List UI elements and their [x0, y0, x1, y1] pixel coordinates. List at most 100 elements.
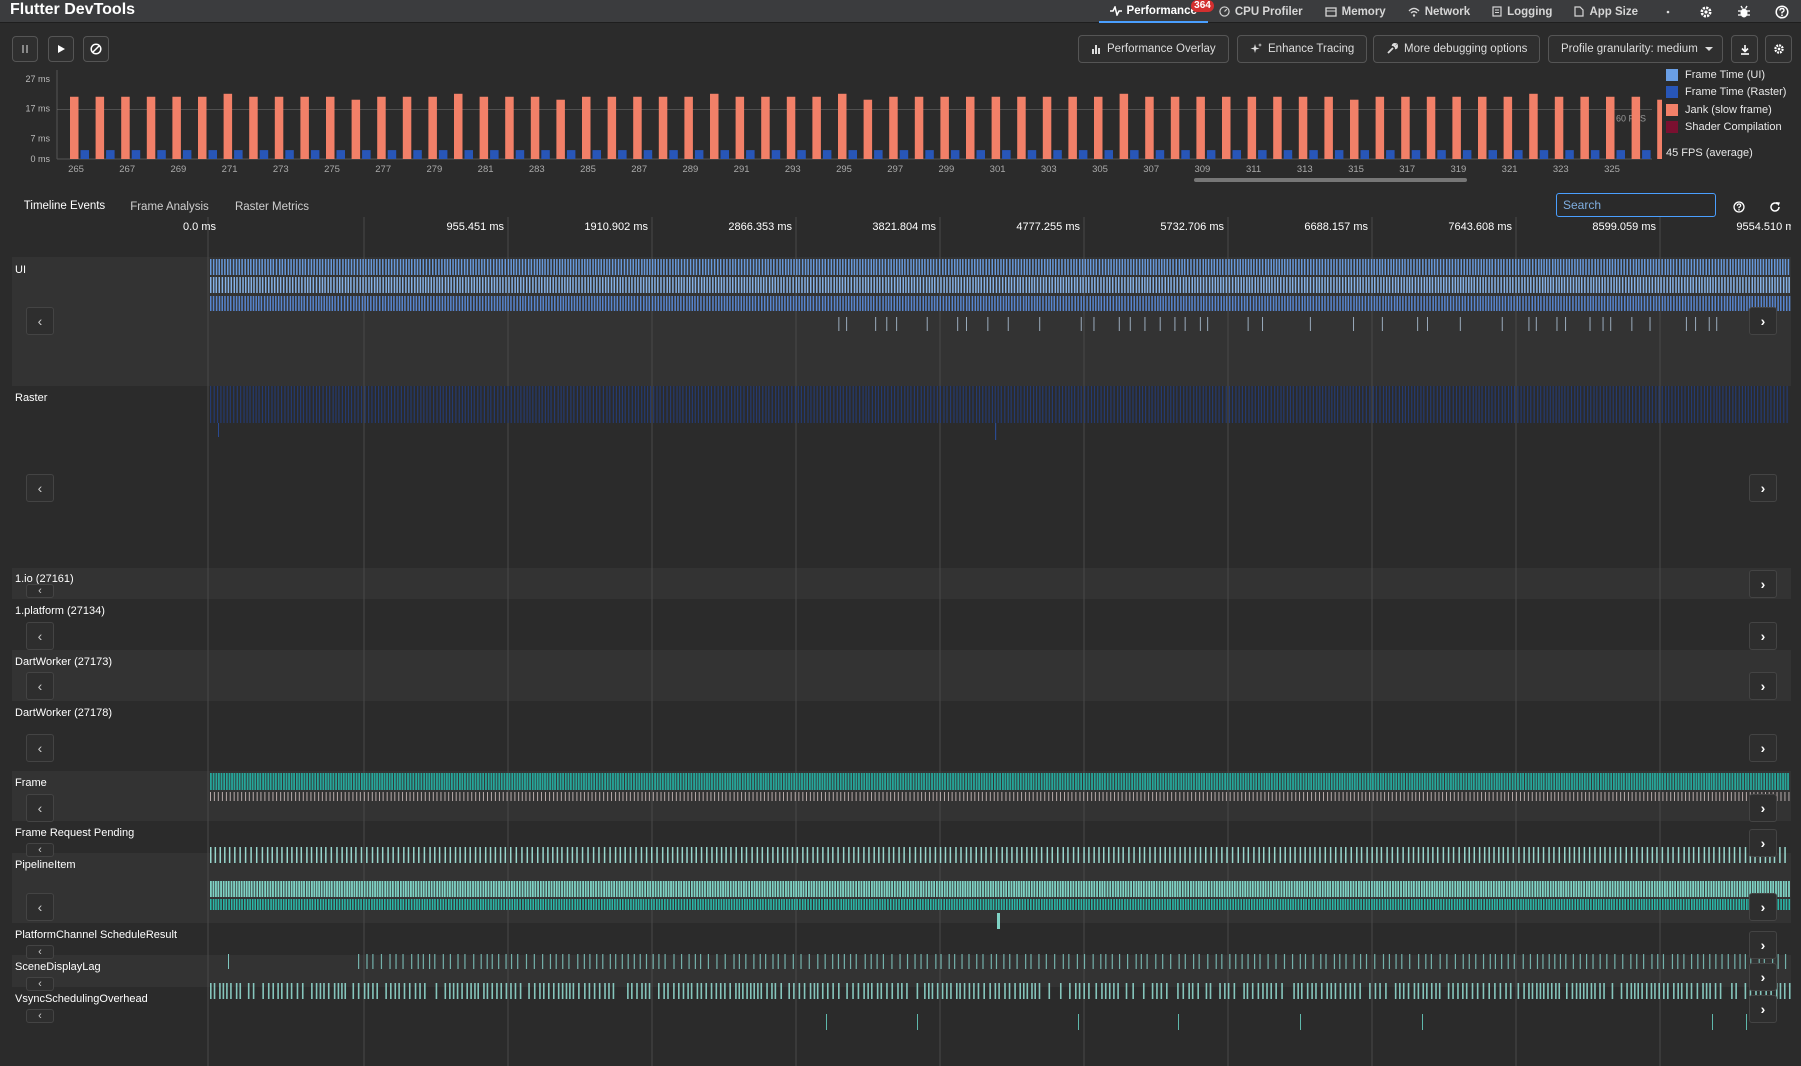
enhance-tracing-button[interactable]: Enhance Tracing [1237, 35, 1368, 63]
pipeline-events-event [1127, 881, 1130, 897]
timeline-flame-chart[interactable] [12, 217, 1791, 1066]
pipeline-events-event [1664, 881, 1666, 897]
help-button[interactable] [1763, 0, 1801, 23]
ui-build-events-event [1594, 259, 1596, 275]
tab-memory[interactable]: Memory [1314, 0, 1397, 23]
timeline-events-panel[interactable]: 0.0 ms 955.451 ms 1910.902 ms 2866.353 ms 38… [12, 217, 1791, 1066]
ui-paint-events-event [1714, 296, 1717, 311]
pipeline-sub-events-event [391, 899, 394, 910]
ui-build-events-event [362, 259, 364, 275]
ui-paint-events-event [1554, 296, 1557, 311]
settings-button[interactable] [1687, 0, 1725, 23]
frame-events-event [767, 773, 770, 790]
pipeline-sub-events-event [537, 899, 540, 910]
pipeline-events-event [1534, 881, 1537, 897]
ui-layout-events-event [430, 277, 433, 293]
pipeline-sub-events-event [658, 899, 661, 910]
pipeline-events-event [852, 881, 855, 897]
ui-paint-events-event [1598, 296, 1600, 311]
ui-layout-events-event [318, 277, 321, 293]
pipeline-sub-events-event [741, 899, 744, 910]
frame-sub-events-event [1391, 792, 1393, 801]
frame-events-event [283, 773, 285, 790]
frame-events-event [1599, 773, 1602, 790]
pipeline-events-event [1689, 881, 1692, 897]
ui-build-events-event [463, 259, 466, 275]
pipeline-sub-events-event [1458, 899, 1461, 910]
pipeline-sub-events-event [1021, 899, 1024, 910]
ui-layout-events-event [645, 277, 648, 293]
ui-layout-events-event [910, 277, 913, 293]
raster-events-event [978, 386, 981, 423]
ui-layout-events-event [1642, 277, 1645, 293]
performance-overlay-button[interactable]: Performance Overlay [1078, 35, 1229, 63]
timeline-refresh-button[interactable] [1764, 196, 1786, 218]
ui-paint-events-event [1031, 296, 1033, 311]
performance-settings-button[interactable] [1765, 35, 1792, 63]
tab-logging[interactable]: Logging [1481, 0, 1563, 23]
ui-paint-events-event [931, 296, 933, 311]
frame-request-pending-events-event [1108, 847, 1110, 863]
frame-request-pending-events-event [949, 847, 952, 863]
frame-sub-events-event [767, 792, 769, 801]
more-button[interactable] [1649, 0, 1687, 23]
export-button[interactable] [1731, 35, 1758, 63]
pipeline-events-event [1687, 881, 1689, 897]
bug-report-button[interactable] [1725, 0, 1763, 23]
ui-layout-events-event [972, 277, 974, 293]
raster-events-event [1186, 386, 1188, 423]
frame-sub-events-event [656, 792, 658, 801]
ui-build-events-event [1070, 259, 1072, 275]
pipeline-sub-events-event [1110, 899, 1113, 910]
frame-sub-events-event [1565, 792, 1567, 801]
ui-build-events-event [603, 259, 605, 275]
frame-request-pending-events-event [1573, 847, 1576, 863]
frame-raster-bar [746, 150, 755, 159]
ui-layout-events-event [1451, 277, 1454, 293]
tab-raster-metrics[interactable]: Raster Metrics [222, 195, 322, 219]
ui-build-events-event [710, 259, 713, 275]
tab-app-size[interactable]: App Size [1563, 0, 1649, 23]
tab-performance[interactable]: Performance 364 [1098, 0, 1214, 23]
pipeline-sub-events-event [1172, 899, 1174, 910]
pause-button[interactable] [12, 36, 38, 62]
clear-button[interactable] [83, 36, 109, 62]
frame-events-event [567, 773, 570, 790]
ui-build-events-event [524, 259, 527, 275]
pipeline-events-event [348, 881, 351, 897]
frame-request-pending-events-event [1231, 847, 1234, 863]
ui-paint-events-event [504, 296, 507, 311]
resume-button[interactable] [48, 36, 74, 62]
x-tick-label: 277 [375, 164, 391, 175]
pipeline-events-event [1371, 881, 1373, 897]
raster-events-event [727, 386, 729, 423]
ui-paint-events-event [1546, 296, 1548, 311]
raster-events-event [1725, 386, 1727, 423]
ui-paint-events-event [331, 296, 334, 311]
ui-build-events-event [227, 259, 229, 275]
ui-build-events-event [982, 259, 984, 275]
ui-layout-events-event [502, 277, 504, 293]
frame-sub-events-event [1670, 792, 1672, 801]
raster-events-event [461, 386, 463, 423]
timeline-help-button[interactable] [1728, 196, 1750, 218]
more-debugging-options-button[interactable]: More debugging options [1373, 35, 1541, 63]
raster-events-event [1665, 386, 1667, 423]
timeline-search-input[interactable] [1556, 193, 1716, 217]
pipeline-events-event [592, 881, 595, 897]
profile-granularity-dropdown[interactable]: Profile granularity: medium [1548, 35, 1723, 63]
frames-bar-chart[interactable]: 27 ms17 ms7 ms0 ms60 FPS265 267 269 271 273 2… [12, 66, 1662, 182]
tab-timeline-events[interactable]: Timeline Events [12, 195, 117, 219]
ui-layout-events-event [1237, 277, 1240, 293]
pipeline-sub-events-event [1394, 899, 1397, 910]
frame-events-event [1628, 773, 1631, 790]
raster-events-event [884, 386, 886, 423]
pipeline-sub-events-event [1608, 899, 1610, 910]
tab-frame-analysis[interactable]: Frame Analysis [117, 195, 222, 219]
frame-request-pending-events-event [1083, 847, 1085, 863]
pipeline-sub-events-event [778, 899, 780, 910]
frame-events [210, 773, 1789, 790]
tab-network[interactable]: Network [1397, 0, 1481, 23]
tab-cpu-profiler[interactable]: CPU Profiler [1208, 0, 1314, 23]
ui-build-events-event [1270, 259, 1272, 275]
